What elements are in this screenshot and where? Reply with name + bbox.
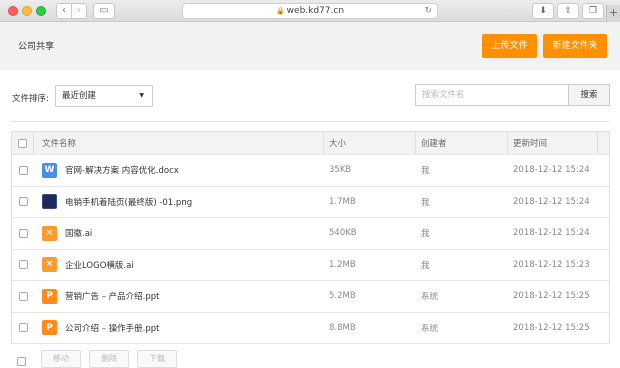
file-creator: 我 [421, 229, 430, 240]
minimize-window-button[interactable] [22, 6, 32, 16]
file-name-cell[interactable]: ✕ 企业LOGO横版.ai [34, 250, 324, 281]
file-name-cell[interactable]: 电销手机着陆页(最终版) -01.png [34, 187, 324, 218]
file-size: 1.7MB [329, 196, 356, 207]
row-check-cell [12, 313, 34, 344]
file-name[interactable]: 电销手机着陆页(最终版) -01.png [65, 196, 192, 208]
file-updated-time: 2018-12-12 15:24 [513, 165, 590, 176]
table-row[interactable]: ✕ 企业LOGO横版.ai 1.2MB 我 2018-12-12 15:23 [12, 250, 609, 281]
file-toolbar: 文件排序: 最近创建 ▼ 搜索文件名 搜索 [0, 70, 620, 122]
file-updated-time: 2018-12-12 15:23 [513, 259, 590, 270]
sort-select[interactable]: 最近创建 ▼ [55, 85, 153, 107]
row-check-cell [12, 281, 34, 312]
file-updated-time: 2018-12-12 15:25 [513, 291, 590, 302]
select-all-cell [12, 132, 34, 154]
file-creator: 系统 [421, 323, 439, 334]
lock-icon: 🔒 [275, 7, 285, 15]
bulk-actions: 移动 删除 下载 [11, 347, 610, 368]
address-url: web.kd77.cn [286, 6, 345, 16]
table-row[interactable]: P 营销广告 – 产品介绍.ppt 5.2MB 系统 2018-12-12 15:25 [12, 281, 609, 313]
file-size: 8.8MB [329, 322, 356, 333]
file-creator: 我 [421, 166, 430, 177]
search-button[interactable]: 搜索 [568, 84, 610, 106]
reload-icon[interactable]: ↻ [424, 4, 432, 19]
column-header-size[interactable]: 大小 [324, 132, 416, 154]
file-name-cell[interactable]: P 公司介绍 – 操作手册.ppt [34, 313, 324, 344]
tabs-overview-icon[interactable]: ❐ [582, 3, 604, 19]
table-row[interactable]: ✕ 国徽.ai 540KB 我 2018-12-12 15:24 [12, 218, 609, 250]
file-size: 540KB [329, 228, 357, 239]
browser-toolbar: ‹ › ▭ 🔒 web.kd77.cn ↻ ⬇ ⇪ ❐ + [0, 0, 620, 22]
file-name-cell[interactable]: W 官网-解决方案 内容优化.docx [34, 155, 324, 186]
file-size: 1.2MB [329, 259, 356, 270]
file-name[interactable]: 企业LOGO横版.ai [65, 259, 134, 271]
column-header-updated[interactable]: 更新时间 [508, 132, 598, 154]
new-tab-icon[interactable]: + [606, 5, 620, 22]
move-button[interactable]: 移动 [41, 350, 81, 368]
ai-file-icon: ✕ [42, 257, 57, 273]
upload-file-button[interactable]: 上传文件 [482, 34, 537, 58]
file-creator: 系统 [421, 292, 439, 303]
downloads-icon[interactable]: ⬇ [532, 3, 554, 19]
row-checkbox[interactable] [18, 228, 28, 238]
file-size: 5.2MB [329, 291, 356, 302]
ppt-file-icon: P [42, 288, 57, 304]
row-checkbox[interactable] [18, 197, 28, 207]
back-button[interactable]: ‹ [56, 3, 72, 19]
row-check-cell [12, 250, 34, 281]
ai-file-icon: ✕ [42, 225, 57, 241]
sort-label: 文件排序: [12, 94, 49, 104]
table-row[interactable]: W 官网-解决方案 内容优化.docx 35KB 我 2018-12-12 15:24 [12, 155, 609, 187]
file-updated-time: 2018-12-12 15:25 [513, 322, 590, 333]
file-name-cell[interactable]: ✕ 国徽.ai [34, 218, 324, 249]
select-all-checkbox[interactable] [18, 138, 27, 148]
forward-button[interactable]: › [71, 3, 87, 19]
table-header: 文件名称 大小 创建者 更新时间 [12, 132, 609, 155]
table-row[interactable]: 电销手机着陆页(最终版) -01.png 1.7MB 我 2018-12-12 15:… [12, 187, 609, 218]
sort-selected-value: 最近创建 [62, 91, 97, 101]
download-button[interactable]: 下载 [137, 350, 177, 368]
page-title: 公司共享 [18, 42, 55, 52]
chevron-down-icon: ▼ [139, 92, 144, 99]
new-folder-button[interactable]: 新建文件夹 [543, 34, 607, 58]
row-checkbox[interactable] [18, 165, 28, 175]
file-size: 35KB [329, 165, 352, 176]
column-header-creator[interactable]: 创建者 [416, 132, 508, 154]
file-updated-time: 2018-12-12 15:24 [513, 228, 590, 239]
ppt-file-icon: P [42, 320, 57, 336]
column-header-name[interactable]: 文件名称 [34, 132, 324, 154]
row-checkbox[interactable] [18, 291, 28, 301]
row-checkbox[interactable] [18, 323, 28, 333]
row-check-cell [12, 218, 34, 249]
row-checkbox[interactable] [18, 260, 28, 270]
file-creator: 我 [421, 197, 430, 208]
file-name[interactable]: 营销广告 – 产品介绍.ppt [65, 290, 159, 302]
image-file-icon [42, 194, 57, 210]
share-icon[interactable]: ⇪ [557, 3, 579, 19]
close-window-button[interactable] [8, 6, 18, 16]
divider [11, 121, 609, 122]
file-name-cell[interactable]: P 营销广告 – 产品介绍.ppt [34, 281, 324, 312]
file-name[interactable]: 公司介绍 – 操作手册.ppt [65, 322, 159, 334]
row-check-cell [12, 187, 34, 218]
file-name[interactable]: 国徽.ai [65, 227, 92, 239]
maximize-window-button[interactable] [36, 6, 46, 16]
search-input[interactable]: 搜索文件名 [415, 84, 569, 106]
file-name[interactable]: 官网-解决方案 内容优化.docx [65, 164, 179, 176]
file-table: 文件名称 大小 创建者 更新时间 W 官网-解决方案 内容优化.docx 35KB 我… [11, 131, 610, 344]
file-creator: 我 [421, 260, 430, 271]
footer-select-all-checkbox[interactable] [17, 357, 26, 366]
table-row[interactable]: P 公司介绍 – 操作手册.ppt 8.8MB 系统 2018-12-12 15:25 [12, 313, 609, 344]
delete-button[interactable]: 删除 [89, 350, 129, 368]
word-file-icon: W [42, 162, 57, 178]
page-header: 公司共享 上传文件 新建文件夹 [0, 22, 620, 70]
sidebar-toggle-icon[interactable]: ▭ [93, 3, 115, 19]
address-bar[interactable]: 🔒 web.kd77.cn ↻ [182, 3, 438, 19]
row-check-cell [12, 155, 34, 186]
file-updated-time: 2018-12-12 15:24 [513, 196, 590, 207]
